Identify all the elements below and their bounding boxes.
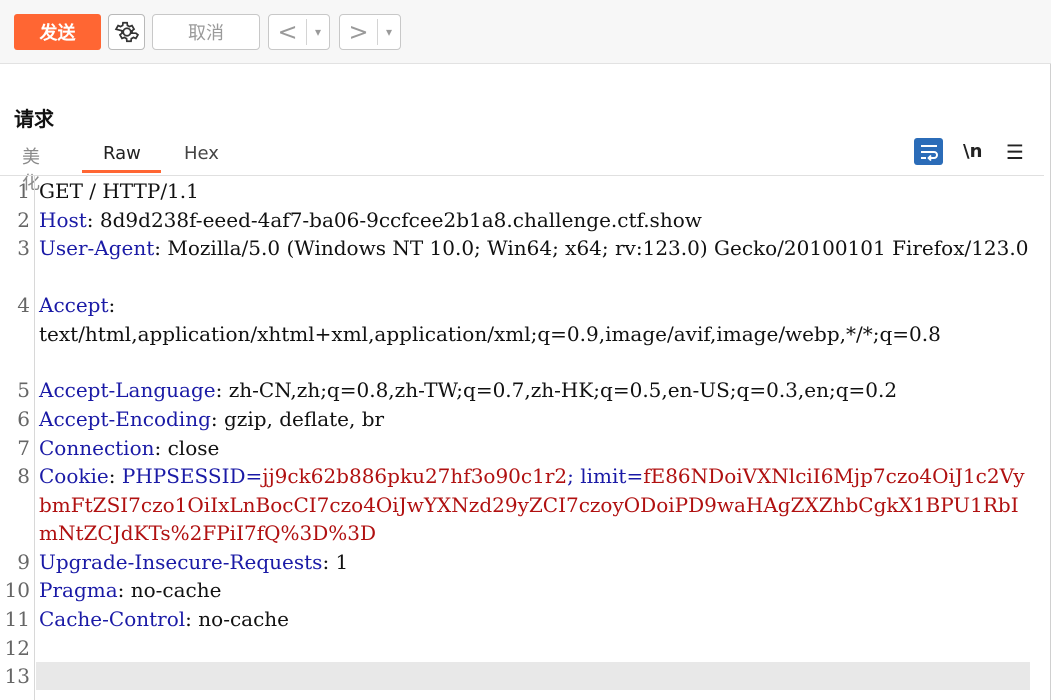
header-accept-language: Accept-Language: zh-CN,zh;q=0.8,zh-TW;q=…: [39, 378, 898, 402]
request-line: GET / HTTP/1.1: [39, 179, 199, 203]
line-number: 1: [17, 179, 30, 203]
chevron-down-icon[interactable]: ▾: [307, 25, 329, 39]
line-number: 4: [17, 293, 30, 317]
history-back-button[interactable]: < ▾: [268, 14, 330, 50]
current-line-highlight: [36, 662, 1030, 690]
request-editor[interactable]: 1 GET / HTTP/1.1 2 Host: 8d9d238f-eeed-4…: [0, 176, 1044, 700]
line-number: 7: [17, 436, 30, 460]
header-accept-encoding: Accept-Encoding: gzip, deflate, br: [39, 407, 385, 431]
cancel-button[interactable]: 取消: [152, 14, 260, 50]
header-pragma: Pragma: no-cache: [39, 578, 222, 602]
gutter-divider: [34, 176, 35, 700]
line-number: 11: [4, 607, 30, 631]
toolbar: 发送 取消 < ▾ > ▾: [0, 0, 1051, 64]
line-number: 12: [4, 636, 30, 660]
header-upgrade-insecure-requests: Upgrade-Insecure-Requests: 1: [39, 550, 349, 574]
header-cache-control: Cache-Control: no-cache: [39, 607, 289, 631]
header-connection: Connection: close: [39, 436, 220, 460]
header-host: Host: 8d9d238f-eeed-4af7-ba06-9ccfcee2b1…: [39, 208, 702, 232]
gear-icon: [114, 21, 139, 43]
chevron-down-icon[interactable]: ▾: [378, 25, 400, 39]
history-forward-button[interactable]: > ▾: [339, 14, 401, 50]
active-tab-indicator: [82, 170, 161, 173]
send-button[interactable]: 发送: [14, 14, 101, 50]
line-number: 3: [17, 236, 30, 260]
line-number: 13: [4, 664, 30, 688]
line-number: 5: [17, 378, 30, 402]
show-newlines-toggle[interactable]: \n: [963, 141, 982, 162]
line-number: 9: [17, 550, 30, 574]
line-number: 10: [4, 578, 30, 602]
line-number: 2: [17, 208, 30, 232]
header-user-agent: User-Agent: Mozilla/5.0 (Windows NT 10.0…: [39, 236, 1029, 260]
forward-arrow-icon: >: [340, 19, 378, 45]
tab-hex[interactable]: Hex: [184, 143, 219, 164]
menu-icon[interactable]: ☰: [1006, 140, 1024, 164]
header-cookie: Cookie: PHPSESSID=jj9ck62b886pku27hf3o90…: [39, 464, 1025, 546]
panel-title: 请求: [14, 107, 54, 131]
settings-button[interactable]: [108, 14, 145, 50]
header-accept: Accept: text/html,application/xhtml+xml,…: [39, 293, 941, 346]
word-wrap-icon: [920, 144, 938, 161]
back-arrow-icon: <: [269, 19, 307, 45]
line-number: 6: [17, 407, 30, 431]
word-wrap-toggle[interactable]: [914, 138, 943, 165]
tab-raw[interactable]: Raw: [103, 143, 141, 164]
line-number: 8: [17, 464, 30, 488]
